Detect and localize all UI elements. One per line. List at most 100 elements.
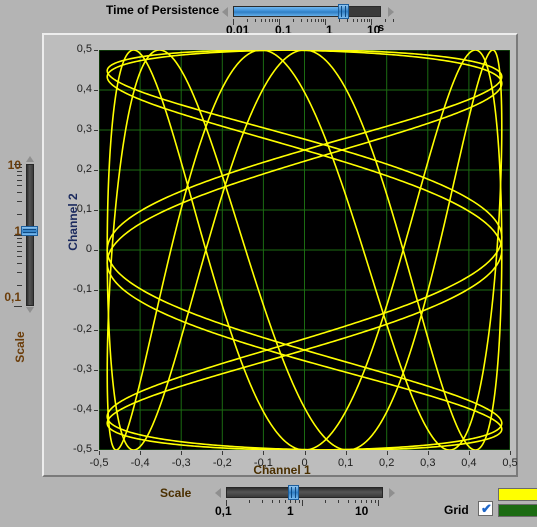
minor-tick [274, 19, 276, 22]
minor-tick [265, 19, 267, 22]
time-of-persistence-label: Time of Persistence [106, 3, 220, 17]
horizontal-scale-tickmarks [226, 500, 396, 506]
plot-area[interactable] [99, 50, 510, 450]
minor-tick [17, 174, 22, 176]
vertical-scale-label-10: 10 [7, 158, 21, 172]
x-tick-label: -0,1 [253, 457, 273, 469]
grid-checkbox[interactable]: ✔ [478, 501, 493, 516]
y-tick-label: 0 [85, 243, 92, 255]
grid-control-group: Grid ✔ [430, 487, 537, 527]
vertical-scale-caption: Scale [13, 331, 27, 363]
minor-tick [17, 213, 22, 215]
minor-tick [254, 19, 256, 22]
grid-lines [99, 50, 510, 450]
hscale-tick-label-0: 0,1 [215, 504, 232, 518]
minor-tick [338, 19, 340, 22]
checkmark-icon: ✔ [481, 501, 492, 516]
minor-tick [260, 19, 262, 22]
horizontal-scale-caption: Scale [160, 486, 192, 500]
x-tick-mark [510, 451, 511, 455]
minor-tick [268, 19, 270, 22]
minor-tick [262, 500, 264, 503]
x-tick-mark [181, 451, 183, 455]
x-tick-mark [468, 451, 470, 455]
minor-tick [17, 185, 22, 187]
minor-tick [322, 19, 324, 22]
minor-tick [17, 241, 22, 243]
vertical-scale-label-01: 0,1 [4, 290, 21, 304]
minor-tick [17, 272, 22, 274]
time-of-persistence-slider[interactable] [222, 4, 394, 19]
slider-track[interactable] [226, 487, 383, 498]
y-tick-mark [94, 450, 98, 451]
oscilloscope-xy-panel: Time of Persistence 0,01 0,1 1 10 s 10 1… [0, 0, 537, 527]
major-tick [378, 500, 379, 506]
minor-tick [271, 19, 273, 22]
minor-tick [352, 19, 354, 22]
y-tick-mark [94, 90, 98, 91]
triangle-up-icon[interactable] [26, 156, 34, 162]
grid-label: Grid [444, 503, 469, 517]
minor-tick [374, 500, 376, 503]
minor-tick [338, 500, 340, 503]
triangle-down-icon[interactable] [26, 307, 34, 313]
x-tick-mark [99, 451, 100, 455]
y-tick-mark [94, 130, 98, 131]
x-tick-mark [263, 451, 265, 455]
slider-thumb[interactable] [288, 485, 299, 500]
minor-tick [292, 19, 294, 22]
hscale-tick-label-1: 1 [287, 504, 294, 518]
minor-tick [17, 238, 22, 240]
x-tick-mark [427, 451, 429, 455]
y-tick-label: -0,4 [73, 403, 92, 415]
minor-tick [363, 19, 365, 22]
minor-tick [17, 250, 22, 252]
y-tick-label: 0,1 [76, 203, 92, 215]
minor-tick [17, 256, 22, 258]
minor-tick [17, 192, 22, 194]
minor-tick [276, 19, 278, 22]
x-tick-label: -0,5 [89, 457, 109, 469]
minor-tick [246, 19, 248, 22]
y-tick-mark [94, 50, 98, 51]
x-tick-mark [222, 451, 224, 455]
y-tick-mark [94, 250, 98, 251]
minor-tick [366, 19, 368, 22]
slider-track[interactable] [233, 6, 381, 17]
minor-tick [384, 19, 386, 22]
minor-tick [370, 500, 372, 503]
slider-thumb[interactable] [338, 4, 349, 19]
minor-tick [317, 19, 319, 22]
trace-color-swatch[interactable] [498, 488, 537, 501]
minor-tick [393, 19, 394, 22]
minor-tick [320, 19, 322, 22]
minor-tick [279, 500, 281, 503]
minor-tick [366, 500, 368, 503]
plot-canvas [99, 50, 510, 450]
minor-tick [314, 19, 316, 22]
minor-tick [290, 500, 292, 503]
triangle-right-icon[interactable] [388, 6, 394, 17]
minor-tick [346, 19, 348, 22]
horizontal-scale-slider[interactable] [215, 485, 395, 500]
y-tick-mark [94, 290, 98, 291]
vertical-slider-thumb[interactable] [21, 226, 38, 236]
minor-tick [17, 263, 22, 265]
x-tick-label: -0,4 [130, 457, 150, 469]
triangle-right-icon[interactable] [389, 487, 395, 498]
minor-tick [300, 19, 302, 22]
x-tick-label: 0 [301, 457, 308, 469]
x-tick-mark [345, 451, 347, 455]
minor-tick [324, 500, 326, 503]
triangle-left-icon[interactable] [222, 6, 228, 17]
horizontal-scale-control: Scale 0,1 1 10 [0, 482, 420, 527]
y-tick-label: -0,2 [73, 323, 92, 335]
minor-tick [271, 500, 273, 503]
grid-color-swatch[interactable] [498, 504, 537, 517]
vertical-scale-label-1: 1 [14, 224, 21, 238]
hscale-tick-label-2: 10 [355, 504, 369, 518]
major-tick [302, 500, 303, 506]
triangle-left-icon[interactable] [215, 487, 221, 498]
x-tick-mark [386, 451, 388, 455]
x-tick-label: 0,4 [461, 457, 477, 469]
